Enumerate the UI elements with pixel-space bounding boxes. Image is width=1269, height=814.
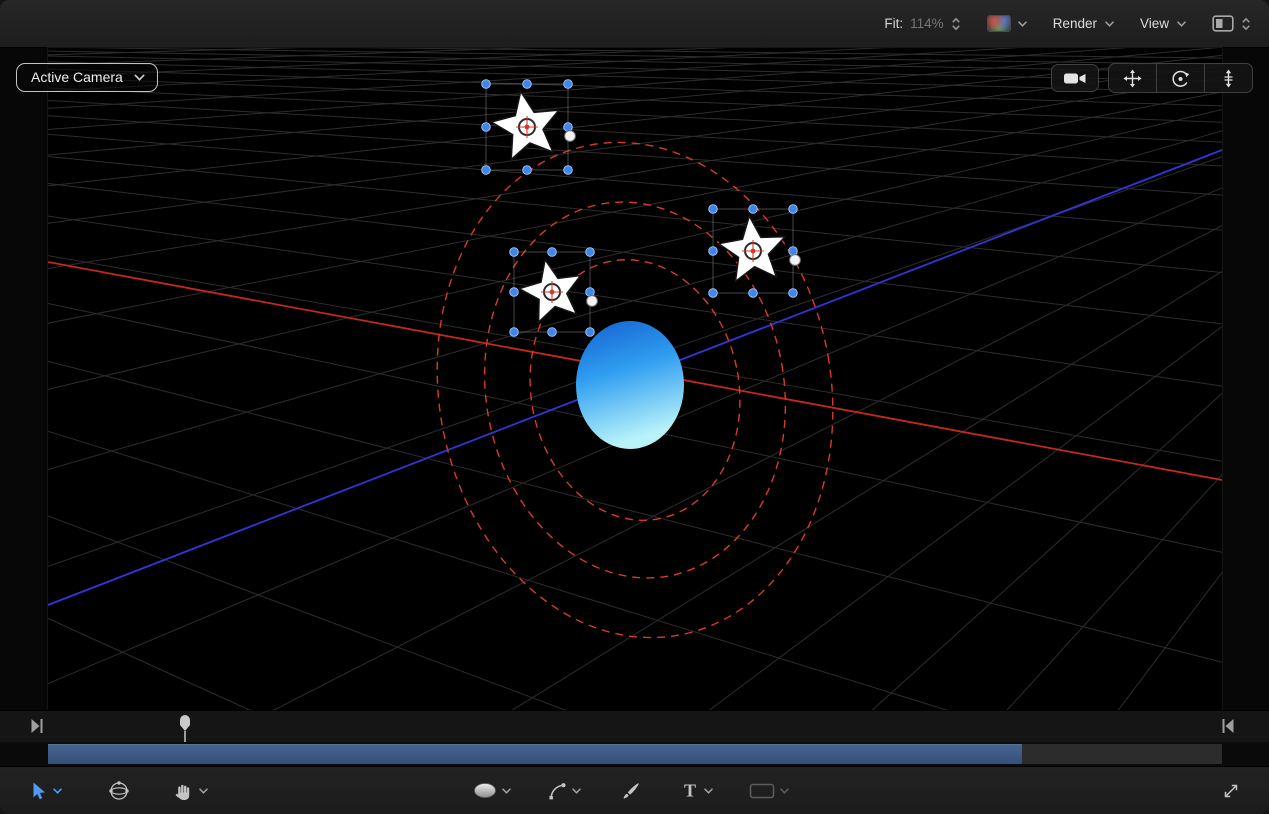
chevron-down-icon[interactable]	[199, 787, 208, 794]
chevron-down-icon[interactable]	[53, 787, 62, 794]
selection-handle[interactable]	[748, 204, 758, 214]
selection-handle[interactable]	[788, 246, 798, 256]
selection-handle[interactable]	[563, 165, 573, 175]
render-label: Render	[1052, 16, 1097, 31]
selection-handle[interactable]	[708, 204, 718, 214]
adjust-handle[interactable]	[586, 295, 598, 307]
bezier-tool-button[interactable]	[547, 781, 581, 801]
color-swatch-control[interactable]	[986, 15, 1027, 32]
video-camera-icon	[1064, 73, 1086, 83]
canvas-layout-icon	[1212, 15, 1234, 32]
star-object-1[interactable]	[481, 79, 576, 175]
expand-canvas-button[interactable]	[1221, 781, 1241, 801]
motion-window: Fit: 114% Render View Active Camera T	[0, 0, 1269, 814]
chevron-down-icon	[1017, 20, 1027, 27]
selection-handle[interactable]	[509, 247, 519, 257]
selection-handle[interactable]	[481, 122, 491, 132]
fit-label: Fit:	[884, 16, 904, 31]
fit-control[interactable]: Fit: 114%	[884, 16, 960, 32]
camera-view-label: Active Camera	[31, 69, 123, 85]
timeline-remainder	[1022, 744, 1222, 764]
selection-handle[interactable]	[788, 288, 798, 298]
transform-3d-tool-button[interactable]	[108, 780, 130, 802]
selection-handle[interactable]	[748, 288, 758, 298]
paintbrush-tool-button[interactable]	[621, 781, 641, 801]
text-tool-icon: T	[684, 781, 696, 801]
selection-handle[interactable]	[563, 79, 573, 89]
color-swatch-icon	[986, 15, 1011, 32]
timeline-track[interactable]	[0, 742, 1269, 766]
select-tool-button[interactable]	[28, 781, 62, 801]
bezier-icon	[549, 782, 566, 799]
chevron-down-icon[interactable]	[704, 787, 713, 794]
placeholder-icon	[749, 783, 775, 798]
adjust-handle[interactable]	[564, 130, 576, 142]
play-range-out-marker[interactable]	[1221, 717, 1235, 735]
chevron-down-icon	[134, 74, 145, 81]
play-range-in-marker[interactable]	[30, 717, 44, 735]
selection-handle[interactable]	[547, 247, 557, 257]
timeline-ruler[interactable]	[0, 710, 1269, 743]
selection-handle[interactable]	[788, 204, 798, 214]
cursor-arrow-icon	[33, 782, 45, 799]
dolly-camera-button[interactable]	[1204, 64, 1252, 92]
paintbrush-icon	[623, 782, 639, 799]
chevron-down-icon	[1105, 20, 1114, 27]
selection-handle[interactable]	[585, 247, 595, 257]
top-toolbar: Fit: 114% Render View	[0, 0, 1269, 48]
canvas-viewport[interactable]: Active Camera	[0, 48, 1269, 710]
star-object-3[interactable]	[708, 204, 801, 298]
selection-handle[interactable]	[708, 246, 718, 256]
pan-camera-button[interactable]	[1109, 64, 1156, 92]
selection-handle[interactable]	[547, 327, 557, 337]
selection-handle[interactable]	[509, 327, 519, 337]
canvas-layout-control[interactable]	[1212, 15, 1251, 32]
selection-handle[interactable]	[522, 79, 532, 89]
render-menu-button[interactable]: Render	[1053, 16, 1114, 31]
text-tool-button[interactable]: T	[681, 781, 713, 801]
view-label: View	[1139, 16, 1169, 31]
hand-icon	[175, 784, 190, 800]
sphere-object[interactable]	[576, 321, 684, 449]
canvas-scene[interactable]	[48, 48, 1222, 710]
tools-toolbar: T	[0, 766, 1269, 814]
chevron-down-icon[interactable]	[502, 787, 511, 794]
selection-handle[interactable]	[585, 327, 595, 337]
chevron-down-icon	[780, 787, 789, 794]
adjust-handle[interactable]	[789, 254, 801, 266]
playhead[interactable]	[178, 713, 192, 743]
oval-tool-button[interactable]	[473, 782, 511, 799]
camera-move-tools	[1108, 63, 1253, 93]
dolly-icon	[1224, 69, 1233, 87]
pan-icon	[1123, 69, 1142, 87]
selection-handle[interactable]	[509, 287, 519, 297]
view-menu-button[interactable]: View	[1140, 16, 1186, 31]
selection-handle[interactable]	[522, 165, 532, 175]
placeholder-tool-button[interactable]	[749, 782, 789, 800]
camera-view-menu[interactable]: Active Camera	[16, 63, 158, 92]
selection-handle[interactable]	[585, 287, 595, 297]
star-object-2[interactable]	[509, 247, 598, 337]
zoom-stepper-icon[interactable]	[951, 16, 961, 32]
layout-stepper-icon	[1242, 17, 1250, 30]
text-tool-glyph: T	[684, 781, 696, 801]
hand-tool-button[interactable]	[174, 781, 208, 801]
transform-3d-icon	[109, 780, 129, 800]
fit-value: 114%	[910, 16, 944, 31]
chevron-down-icon[interactable]	[572, 787, 581, 794]
selection-handle[interactable]	[708, 288, 718, 298]
oval-icon	[474, 783, 496, 798]
timeline-bar[interactable]	[48, 744, 1022, 764]
expand-icon	[1224, 784, 1238, 797]
chevron-down-icon	[1177, 20, 1186, 27]
orbit-camera-button[interactable]	[1156, 64, 1204, 92]
selection-handle[interactable]	[481, 165, 491, 175]
selection-handle[interactable]	[563, 122, 573, 132]
camera-tools	[1051, 63, 1253, 93]
orbit-icon	[1172, 70, 1190, 87]
selection-handle[interactable]	[481, 79, 491, 89]
camera-button[interactable]	[1051, 64, 1099, 92]
